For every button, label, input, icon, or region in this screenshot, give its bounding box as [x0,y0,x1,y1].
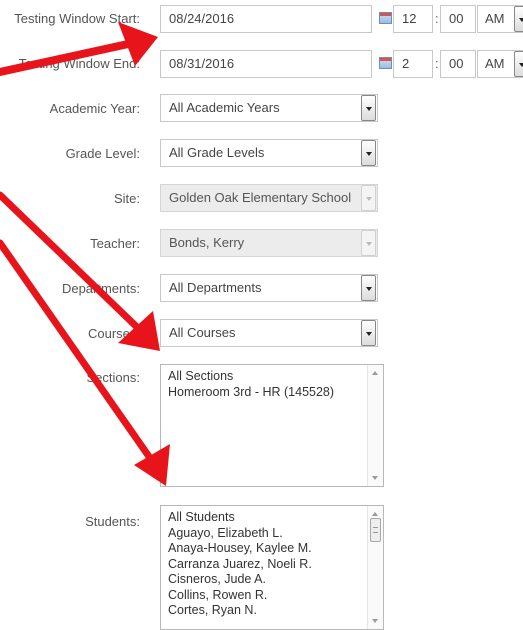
students-option-3[interactable]: Carranza Juarez, Noeli R. [168,557,376,573]
grade-level-dropdown-button[interactable] [361,140,376,166]
academic-year-select[interactable]: All Academic Years [160,94,378,122]
window-start-hour-input[interactable]: 12 [393,5,433,33]
academic-year-value: All Academic Years [169,100,280,115]
students-scrollbar[interactable] [367,506,383,629]
courses-dropdown-button[interactable] [361,320,376,346]
grade-level-label: Grade Level: [65,146,140,161]
departments-dropdown-button[interactable] [361,275,376,301]
window-start-ampm-dropdown-button[interactable] [514,6,523,32]
sections-option-0[interactable]: All Sections [168,369,376,385]
window-end-ampm-value: AM [485,56,505,71]
sections-option-1[interactable]: Homeroom 3rd - HR (145528) [168,385,376,401]
courses-value: All Courses [169,325,236,340]
students-option-0[interactable]: All Students [168,510,376,526]
window-end-label: Testing Window End: [18,56,140,71]
students-scroll-thumb[interactable] [370,518,381,542]
students-scroll-down-icon[interactable] [372,619,378,623]
sections-scroll-up-icon[interactable] [372,371,378,375]
departments-label: Departments: [61,281,140,296]
courses-select[interactable]: All Courses [160,319,378,347]
arrow-to-students [0,239,170,486]
site-select: Golden Oak Elementary School [160,184,378,212]
window-start-ampm-value: AM [485,11,505,26]
window-start-calendar-icon[interactable] [379,12,392,24]
site-value: Golden Oak Elementary School [169,190,352,205]
window-start-label: Testing Window Start: [14,11,140,26]
students-option-1[interactable]: Aguayo, Elizabeth L. [168,526,376,542]
students-option-2[interactable]: Anaya-Housey, Kaylee M. [168,541,376,557]
teacher-dropdown-button [361,230,376,256]
teacher-value: Bonds, Kerry [169,235,245,250]
academic-year-dropdown-button[interactable] [361,95,376,121]
site-label: Site: [113,191,140,206]
students-label: Students: [85,514,140,529]
window-end-calendar-icon[interactable] [379,57,392,69]
window-start-date-input[interactable]: 08/24/2016 [160,5,372,33]
window-end-date-input[interactable]: 08/31/2016 [160,50,372,78]
window-start-minute-input[interactable]: 00 [440,5,476,33]
courses-label: Courses: [87,326,140,341]
students-option-5[interactable]: Collins, Rowen R. [168,588,376,604]
grade-level-select[interactable]: All Grade Levels [160,139,378,167]
teacher-select: Bonds, Kerry [160,229,378,257]
students-option-6[interactable]: Cortes, Ryan N. [168,603,376,619]
window-end-ampm-dropdown-button[interactable] [514,51,523,77]
departments-select[interactable]: All Departments [160,274,378,302]
window-end-time-colon: : [435,56,439,71]
window-end-hour-input[interactable]: 2 [393,50,433,78]
sections-scrollbar[interactable] [367,365,383,486]
sections-scroll-down-icon[interactable] [372,476,378,480]
departments-value: All Departments [169,280,262,295]
students-scroll-up-icon[interactable] [372,512,378,516]
grade-level-value: All Grade Levels [169,145,265,160]
students-listbox[interactable]: All Students Aguayo, Elizabeth L. Anaya-… [160,505,384,630]
window-end-minute-input[interactable]: 00 [440,50,476,78]
students-option-4[interactable]: Cisneros, Jude A. [168,572,376,588]
site-dropdown-button [361,185,376,211]
sections-listbox[interactable]: All Sections Homeroom 3rd - HR (145528) [160,364,384,487]
teacher-label: Teacher: [90,236,140,251]
academic-year-label: Academic Year: [49,101,140,116]
sections-label: Sections: [86,370,140,385]
window-start-time-colon: : [435,11,439,26]
